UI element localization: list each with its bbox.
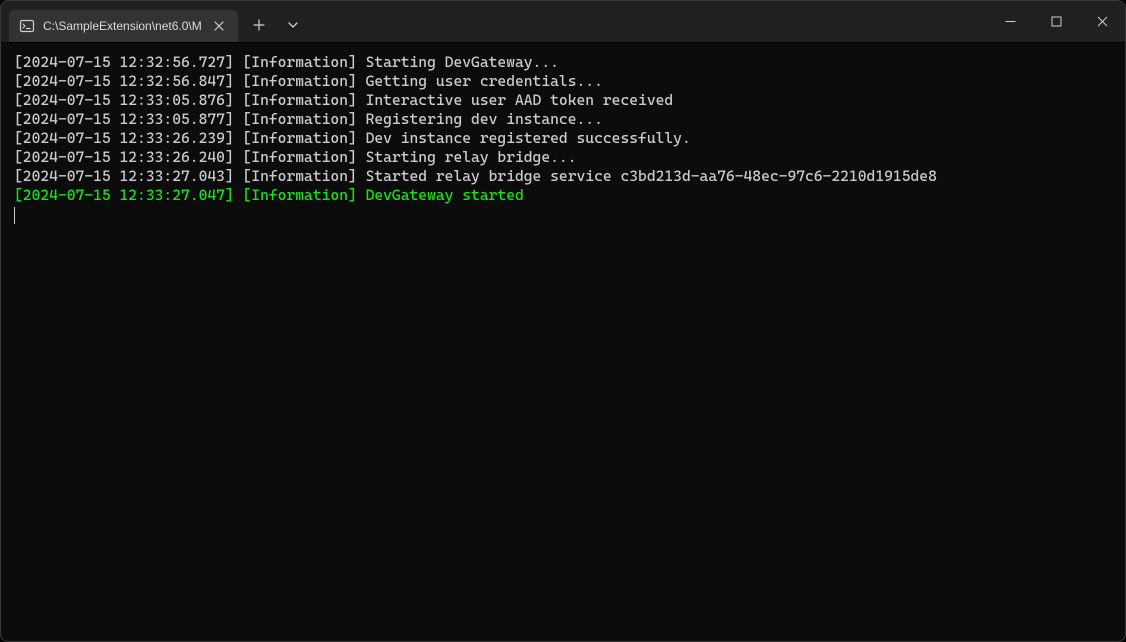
terminal-body[interactable]: [2024-07-15 12:32:56.727] [Information] … [2,43,1124,640]
close-icon [214,21,224,31]
titlebar: C:\SampleExtension\net6.0\M [1,1,1125,43]
maximize-button[interactable] [1033,1,1079,42]
close-window-button[interactable] [1079,1,1125,42]
terminal-icon [19,18,35,34]
log-line: [2024-07-15 12:33:05.877] [Information] … [14,110,1114,129]
log-line: [2024-07-15 12:32:56.727] [Information] … [14,53,1114,72]
cursor [14,207,15,224]
terminal-window: C:\SampleExtension\net6.0\M [0,0,1126,642]
window-controls [987,1,1125,42]
log-line: [2024-07-15 12:33:27.047] [Information] … [14,186,1114,205]
log-line: [2024-07-15 12:32:56.847] [Information] … [14,72,1114,91]
tab-active[interactable]: C:\SampleExtension\net6.0\M [9,10,238,42]
maximize-icon [1051,16,1062,27]
chevron-down-icon [287,19,299,31]
close-icon [1097,16,1108,27]
tab-dropdown-button[interactable] [276,10,310,40]
new-tab-button[interactable] [242,10,276,40]
tab-actions [242,7,310,43]
minimize-button[interactable] [987,1,1033,42]
log-line: [2024-07-15 12:33:05.876] [Information] … [14,91,1114,110]
minimize-icon [1005,16,1016,27]
plus-icon [253,19,265,31]
log-line: [2024-07-15 12:33:27.043] [Information] … [14,167,1114,186]
log-line: [2024-07-15 12:33:26.240] [Information] … [14,148,1114,167]
tab-title: C:\SampleExtension\net6.0\M [43,19,202,33]
tab-strip: C:\SampleExtension\net6.0\M [1,1,238,42]
log-line: [2024-07-15 12:33:26.239] [Information] … [14,129,1114,148]
close-tab-button[interactable] [210,17,228,35]
